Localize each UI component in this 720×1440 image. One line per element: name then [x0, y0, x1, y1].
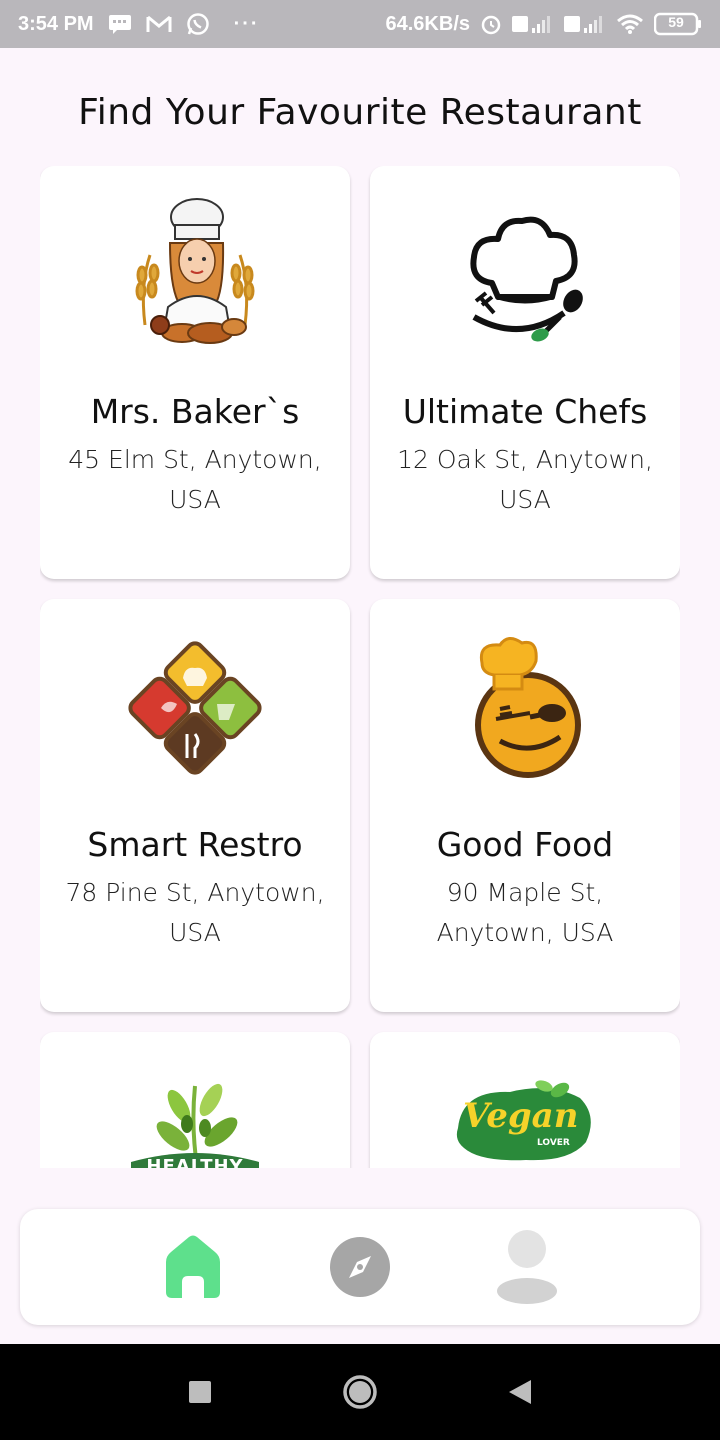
restaurant-address: 45 Elm St, Anytown, USA: [68, 445, 322, 514]
volte-signal-2-icon: [564, 13, 606, 35]
back-button[interactable]: [495, 1367, 545, 1417]
square-icon: [189, 1381, 211, 1403]
status-bar: 3:54 PM ··· 64.6KB/s 59: [0, 0, 720, 48]
recents-button[interactable]: [175, 1367, 225, 1417]
healthy-logo-text: HEALTHY: [146, 1156, 244, 1168]
battery-level: 59: [668, 14, 684, 30]
message-icon: [108, 14, 132, 34]
restaurant-name: Smart Restro: [87, 825, 303, 864]
status-time: 3:54 PM: [18, 12, 94, 35]
restaurant-name: Good Food: [436, 825, 614, 864]
nav-home-button[interactable]: [153, 1227, 233, 1307]
system-navigation-bar: [0, 1344, 720, 1440]
restaurant-address: 78 Pine St, Anytown, USA: [65, 878, 325, 947]
nav-explore-button[interactable]: [320, 1227, 400, 1307]
nav-profile-button[interactable]: [487, 1227, 567, 1307]
vegan-logo-text: Vegan: [463, 1096, 579, 1136]
restaurant-grid[interactable]: Mrs. Baker`s 45 Elm St, Anytown, USA Ult…: [40, 166, 680, 1168]
vegan-logo: Vegan LOVER: [445, 1056, 605, 1168]
restaurant-card[interactable]: Smart Restro 78 Pine St, Anytown, USA: [40, 599, 350, 1012]
healthy-logo: [115, 1056, 275, 1168]
restaurant-card[interactable]: Mrs. Baker`s 45 Elm St, Anytown, USA: [40, 166, 350, 579]
profile-icon: [496, 1230, 557, 1304]
gmail-icon: [146, 14, 172, 34]
restaurant-card[interactable]: Ultimate Chefs 12 Oak St, Anytown, USA: [370, 166, 680, 579]
net-speed: 64.6KB/s: [385, 12, 471, 35]
page-title: Find Your Favourite Restaurant: [78, 92, 642, 133]
baker-logo: [115, 190, 275, 360]
wifi-icon: [616, 13, 644, 35]
more-notifications: ···: [233, 12, 260, 35]
restaurant-address: 12 Oak St, Anytown, USA: [397, 445, 653, 514]
vegan-logo-subtext: LOVER: [537, 1138, 570, 1148]
good-food-logo: [445, 623, 605, 793]
chef-hat-logo: [445, 190, 605, 360]
smart-restro-logo: [115, 623, 275, 793]
restaurant-card[interactable]: Good Food 90 Maple St, Anytown, USA: [370, 599, 680, 1012]
restaurant-card[interactable]: Vegan LOVER: [370, 1032, 680, 1168]
restaurant-card[interactable]: HEALTHY: [40, 1032, 350, 1168]
alarm-icon: [480, 13, 502, 35]
circle-icon: [343, 1375, 377, 1409]
home-icon: [166, 1235, 221, 1298]
compass-icon: [329, 1237, 390, 1297]
home-system-button[interactable]: [335, 1367, 385, 1417]
whatsapp-icon: [186, 12, 210, 36]
volte-signal-icon: [512, 13, 554, 35]
back-triangle-icon: [509, 1380, 531, 1404]
restaurant-name: Ultimate Chefs: [402, 392, 648, 431]
bottom-navigation: [20, 1209, 700, 1325]
battery-icon: 59: [654, 12, 702, 36]
restaurant-name: Mrs. Baker`s: [90, 392, 300, 431]
restaurant-address: 90 Maple St, Anytown, USA: [436, 878, 614, 947]
